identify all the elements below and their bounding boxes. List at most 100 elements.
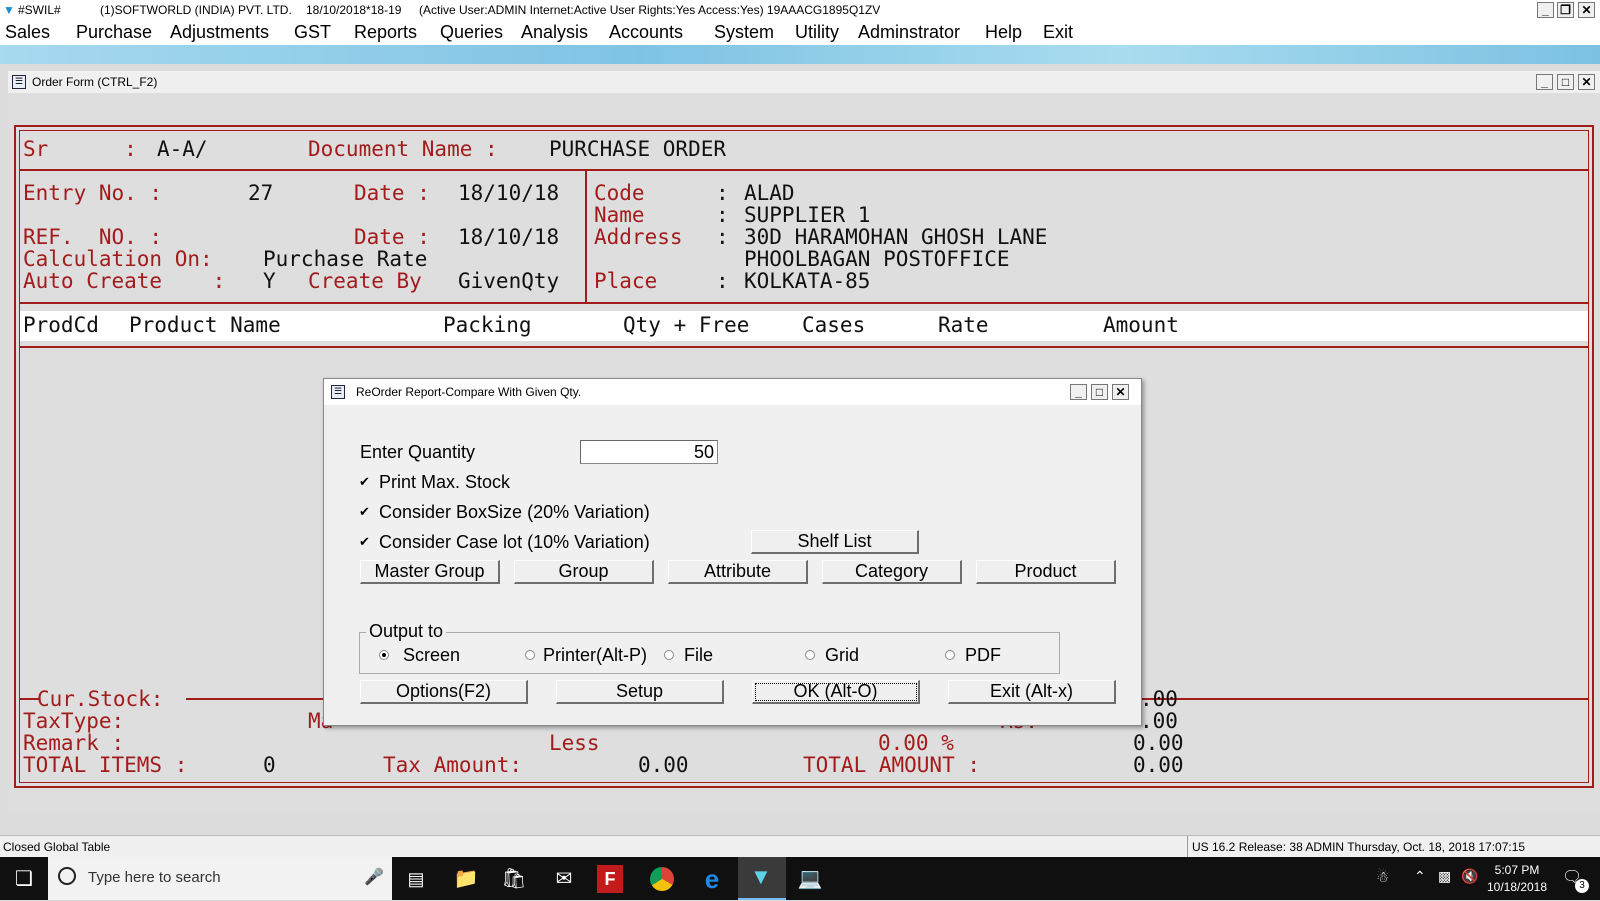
swil-app-taskbar-button[interactable]: ▼ xyxy=(738,857,786,900)
product-button[interactable]: Product xyxy=(976,560,1116,584)
menu-system[interactable]: System xyxy=(714,22,774,43)
sr-label: Sr : xyxy=(23,137,137,161)
toolbar-ribbon xyxy=(0,45,1600,64)
cur-stock-value: .00 xyxy=(1140,687,1178,711)
menu-accounts[interactable]: Accounts xyxy=(609,22,683,43)
print-max-stock-label: Print Max. Stock xyxy=(379,472,511,492)
search-placeholder: Type here to search xyxy=(88,869,221,886)
swil-app-icon: ▼ xyxy=(750,864,772,889)
task-view-icon[interactable]: ▤ xyxy=(400,863,432,895)
quantity-value: 50 xyxy=(693,442,714,462)
app-name: #SWIL# xyxy=(18,3,61,17)
clock-date[interactable]: 10/18/2018 xyxy=(1484,880,1550,894)
app-close-button[interactable]: ✕ xyxy=(1578,2,1595,18)
output-grid-label: Grid xyxy=(825,645,860,665)
app-restore-button[interactable]: ❐ xyxy=(1557,2,1574,18)
chrome-icon[interactable] xyxy=(646,863,678,895)
options-button[interactable]: Options(F2) xyxy=(360,680,528,704)
col-prodcd: ProdCd xyxy=(23,313,99,337)
name-colon: : xyxy=(716,203,729,227)
category-button[interactable]: Category xyxy=(822,560,962,584)
form-minimize-button[interactable]: _ xyxy=(1536,74,1553,90)
form-close-button[interactable]: ✕ xyxy=(1578,74,1595,90)
menu-analysis[interactable]: Analysis xyxy=(521,22,588,43)
windows-taskbar: ❏ Type here to search 🎤 ▤ 📁 🛍 ✉ F e ▼ 💻 … xyxy=(0,857,1600,900)
output-grid-radio[interactable] xyxy=(805,650,815,660)
filezilla-icon[interactable]: F xyxy=(597,865,623,893)
menu-queries[interactable]: Queries xyxy=(440,22,503,43)
menu-bar: Sales Purchase Adjustments GST Reports Q… xyxy=(0,21,1600,45)
attribute-button[interactable]: Attribute xyxy=(668,560,808,584)
consider-boxsize-checkbox[interactable]: ✔ xyxy=(359,505,371,518)
enter-quantity-label: Enter Quantity xyxy=(360,442,476,462)
entry-no-label: Entry No. : xyxy=(23,181,163,205)
mail-icon[interactable]: ✉ xyxy=(548,863,580,895)
edge-icon[interactable]: e xyxy=(696,863,728,895)
ok-button[interactable]: OK (Alt-O) xyxy=(752,680,920,704)
print-max-stock-checkbox[interactable]: ✔ xyxy=(359,475,371,488)
status-right: US 16.2 Release: 38 ADMIN Thursday, Oct.… xyxy=(1192,840,1526,854)
taxtype-value: .00 xyxy=(1140,709,1178,733)
less-percent: 0.00 % xyxy=(878,731,954,755)
dialog-maximize-button[interactable]: □ xyxy=(1091,384,1108,400)
menu-adjustments[interactable]: Adjustments xyxy=(170,22,269,43)
company-name: (1)SOFTWORLD (INDIA) PVT. LTD. xyxy=(100,3,292,17)
address-line1: 30D HARAMOHAN GHOSH LANE xyxy=(744,225,1048,249)
total-amount-value: 0.00 xyxy=(1133,753,1184,777)
sr-value: A-A/ xyxy=(157,137,208,161)
menu-utility[interactable]: Utility xyxy=(795,22,839,43)
windows-start-icon[interactable]: ❏ xyxy=(8,863,40,895)
network-icon[interactable]: ▩ xyxy=(1438,868,1451,885)
menu-purchase[interactable]: Purchase xyxy=(76,22,152,43)
menu-reports[interactable]: Reports xyxy=(354,22,417,43)
dialog-minimize-button[interactable]: _ xyxy=(1070,384,1087,400)
consider-caselot-checkbox[interactable]: ✔ xyxy=(359,535,371,548)
microphone-icon[interactable]: 🎤 xyxy=(364,867,384,887)
ref-no-label: REF. NO. : xyxy=(23,225,163,249)
dialog-close-button[interactable]: ✕ xyxy=(1112,384,1129,400)
form-window-icon: ☰ xyxy=(12,75,26,89)
file-explorer-icon[interactable]: 📁 xyxy=(450,863,482,895)
setup-button[interactable]: Setup xyxy=(556,680,724,704)
cur-stock-label: Cur.Stock: xyxy=(37,687,164,711)
form-maximize-button[interactable]: □ xyxy=(1557,74,1574,90)
exit-button[interactable]: Exit (Alt-x) xyxy=(948,680,1116,704)
menu-exit[interactable]: Exit xyxy=(1043,22,1073,43)
order-form-title: Order Form (CTRL_F2) xyxy=(32,75,158,89)
taxtype-label: TaxType: xyxy=(23,709,125,733)
people-icon[interactable]: ☃ xyxy=(1376,868,1389,886)
tax-amount-value: 0.00 xyxy=(638,753,689,777)
taskbar-search-box[interactable]: Type here to search 🎤 xyxy=(48,857,392,900)
menu-gst[interactable]: GST xyxy=(294,22,331,43)
status-left: Closed Global Table xyxy=(3,840,111,854)
total-items-value: 0 xyxy=(263,753,276,777)
menu-help[interactable]: Help xyxy=(985,22,1022,43)
auto-create-value: Y xyxy=(263,269,276,293)
menu-administrator[interactable]: Adminstrator xyxy=(858,22,960,43)
consider-caselot-label: Consider Case lot (10% Variation) xyxy=(379,532,650,552)
output-pdf-radio[interactable] xyxy=(945,650,955,660)
remote-desktop-icon[interactable]: 💻 xyxy=(794,863,826,895)
cortana-circle-icon xyxy=(58,867,76,885)
output-screen-radio[interactable] xyxy=(379,650,389,660)
output-file-radio[interactable] xyxy=(664,650,674,660)
date-value: 18/10/18 xyxy=(458,181,560,205)
tray-chevron-up-icon[interactable]: ⌃ xyxy=(1414,868,1426,885)
address-label: Address xyxy=(594,225,683,249)
volume-muted-icon[interactable]: 🔇 xyxy=(1461,868,1478,885)
master-group-button[interactable]: Master Group xyxy=(360,560,500,584)
app-minimize-button[interactable]: _ xyxy=(1537,2,1554,18)
menu-sales[interactable]: Sales xyxy=(5,22,50,43)
order-form-title-bar: ☰ Order Form (CTRL_F2) _ □ ✕ xyxy=(8,71,1600,94)
store-icon[interactable]: 🛍 xyxy=(498,863,530,895)
total-items-label: TOTAL ITEMS : xyxy=(23,753,188,777)
code-value: ALAD xyxy=(744,181,795,205)
group-button[interactable]: Group xyxy=(514,560,654,584)
quantity-input[interactable]: 50 xyxy=(580,440,718,464)
clock-time[interactable]: 5:07 PM xyxy=(1492,863,1542,877)
output-printer-radio[interactable] xyxy=(525,650,535,660)
reorder-report-dialog: ☰ ReOrder Report-Compare With Given Qty.… xyxy=(323,378,1142,726)
dialog-title-bar: ☰ ReOrder Report-Compare With Given Qty.… xyxy=(324,379,1141,405)
less-value: 0.00 xyxy=(1133,731,1184,755)
shelf-list-button[interactable]: Shelf List xyxy=(751,530,919,554)
